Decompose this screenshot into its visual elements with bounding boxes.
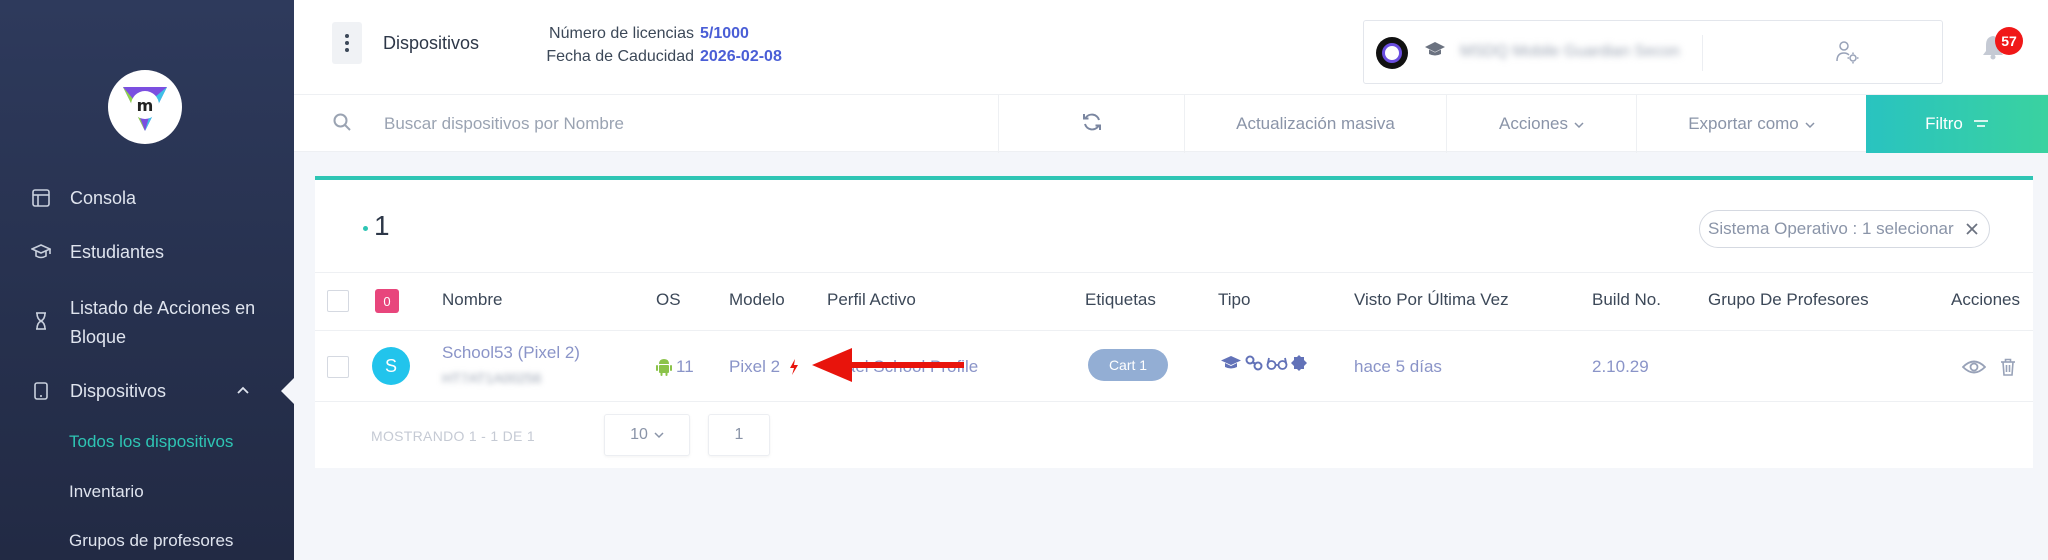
eye-icon[interactable] xyxy=(1961,358,1987,381)
page-title: Dispositivos xyxy=(383,33,480,53)
device-name-link[interactable]: School53 (Pixel 2) xyxy=(442,343,580,363)
device-serial: HT7AT1A00256 xyxy=(442,370,542,386)
column-header-visto[interactable]: Visto Por Última Vez xyxy=(1354,290,1509,310)
pagination-summary: MOSTRANDO 1 - 1 DE 1 xyxy=(371,428,535,444)
sidebar-subitem-inventario[interactable]: Inventario xyxy=(69,482,144,502)
select-all-checkbox[interactable] xyxy=(327,290,349,312)
filter-label: Filtro xyxy=(1925,114,1963,133)
refresh-icon xyxy=(1081,111,1103,138)
actions-label: Acciones xyxy=(1499,114,1568,133)
page-size-select[interactable]: 10 xyxy=(604,414,690,456)
sidebar-item-label: Listado de Acciones en Bloque xyxy=(70,298,256,347)
sidebar-item-label: Dispositivos xyxy=(70,380,167,401)
sidebar-subitem-todos-dispositivos[interactable]: Todos los dispositivos xyxy=(69,432,233,452)
actions-dropdown[interactable]: Acciones xyxy=(1446,95,1636,153)
license-label: Número de licencias xyxy=(549,25,694,42)
license-labels: Número de licencias Fecha de Caducidad xyxy=(510,22,694,68)
chevron-up-icon[interactable] xyxy=(236,382,250,398)
device-model: Pixel 2 xyxy=(729,357,781,376)
column-header-os[interactable]: OS xyxy=(656,290,681,310)
column-header-grupo[interactable]: Grupo De Profesores xyxy=(1708,290,1869,310)
tag-badge[interactable]: Cart 1 xyxy=(1088,349,1168,381)
column-header-build[interactable]: Build No. xyxy=(1592,290,1661,310)
column-header-perfil[interactable]: Perfil Activo xyxy=(827,290,916,310)
account-name: MSDQ Mobile Guardian Secondary xyxy=(1460,43,1680,60)
column-header-modelo[interactable]: Modelo xyxy=(729,290,785,310)
column-header-etiquetas[interactable]: Etiquetas xyxy=(1085,290,1156,310)
column-header-tipo[interactable]: Tipo xyxy=(1218,290,1250,310)
last-seen: hace 5 días xyxy=(1354,357,1442,376)
filter-button[interactable]: Filtro xyxy=(1866,95,2048,153)
header: Dispositivos Número de licencias Fecha d… xyxy=(294,0,2048,94)
hourglass-icon xyxy=(30,310,52,332)
android-icon xyxy=(656,358,672,381)
divider xyxy=(1702,35,1703,71)
account-avatar xyxy=(1376,37,1408,69)
account-switcher[interactable]: MSDQ Mobile Guardian Secondary xyxy=(1363,20,1943,84)
active-indicator xyxy=(281,378,294,404)
user-settings-icon[interactable] xyxy=(1834,39,1860,70)
chevron-down-icon xyxy=(654,426,664,444)
layout-icon xyxy=(30,187,52,209)
tablet-icon xyxy=(30,380,52,402)
selected-count-badge: 0 xyxy=(375,289,399,313)
avatar: S xyxy=(372,347,410,385)
notification-badge: 57 xyxy=(1995,27,2023,55)
os-version: 11 xyxy=(676,357,694,376)
svg-text:m: m xyxy=(137,96,154,115)
divider xyxy=(315,401,2033,402)
sidebar-item-estudiantes[interactable]: Estudiantes xyxy=(30,241,164,263)
device-count: 1 xyxy=(374,210,390,241)
graduation-cap-icon xyxy=(1424,41,1446,65)
sidebar: m Consola Estudiantes Listado de Accione… xyxy=(0,0,294,560)
filter-lines-icon xyxy=(1973,114,1989,134)
filter-chip-label: Sistema Operativo : 1 selecionar xyxy=(1708,219,1954,238)
divider xyxy=(315,272,2033,273)
sidebar-item-listado-acciones[interactable]: Listado de Acciones en Bloque xyxy=(30,294,255,352)
graduation-cap-icon xyxy=(1220,355,1242,376)
app-logo[interactable]: m xyxy=(108,70,182,144)
kebab-menu-button[interactable] xyxy=(332,22,362,64)
license-value: 5/1000 xyxy=(700,25,749,42)
os-filter-chip[interactable]: Sistema Operativo : 1 selecionar xyxy=(1699,210,1990,248)
column-header-nombre[interactable]: Nombre xyxy=(442,290,502,310)
chevron-down-icon xyxy=(1574,114,1584,134)
device-type-icons xyxy=(1220,355,1307,376)
sidebar-item-label: Estudiantes xyxy=(70,241,165,262)
license-values: 5/1000 2026-02-08 xyxy=(700,22,782,68)
trash-icon[interactable] xyxy=(2000,358,2016,381)
bulk-update-button[interactable]: Actualización masiva xyxy=(1184,95,1446,153)
row-checkbox[interactable] xyxy=(327,356,349,378)
expiry-value: 2026-02-08 xyxy=(700,48,782,65)
build-number: 2.10.29 xyxy=(1592,357,1649,376)
sidebar-item-label: Consola xyxy=(70,187,137,208)
toolbar: Actualización masiva Acciones Exportar c… xyxy=(294,94,2048,153)
link-icon xyxy=(1245,355,1263,376)
expiry-label: Fecha de Caducidad xyxy=(546,48,694,65)
page-button[interactable]: 1 xyxy=(708,414,770,456)
devices-card: 1 Sistema Operativo : 1 selecionar 0 Nom… xyxy=(315,176,2033,468)
search-icon xyxy=(332,112,352,137)
graduation-cap-icon xyxy=(30,241,52,263)
sidebar-item-dispositivos[interactable]: Dispositivos xyxy=(30,380,166,402)
sidebar-item-consola[interactable]: Consola xyxy=(30,187,136,209)
mobile-guardian-logo-icon: m xyxy=(123,87,167,131)
badge-certificate-icon xyxy=(1291,355,1307,376)
divider xyxy=(315,330,2033,331)
column-header-acciones: Acciones xyxy=(1951,290,2020,309)
annotation-arrow xyxy=(812,348,964,382)
refresh-button[interactable] xyxy=(998,95,1184,153)
sidebar-subitem-grupos-profesores[interactable]: Grupos de profesores xyxy=(69,531,233,551)
glasses-icon xyxy=(1266,355,1288,376)
close-icon[interactable] xyxy=(1963,220,1981,243)
export-label: Exportar como xyxy=(1688,114,1799,133)
page-size-value: 10 xyxy=(630,426,648,443)
chevron-down-icon xyxy=(1805,114,1815,134)
search-input[interactable] xyxy=(384,107,984,141)
lightning-icon xyxy=(789,359,799,380)
export-dropdown[interactable]: Exportar como xyxy=(1636,95,1866,153)
count-dot xyxy=(363,226,368,231)
